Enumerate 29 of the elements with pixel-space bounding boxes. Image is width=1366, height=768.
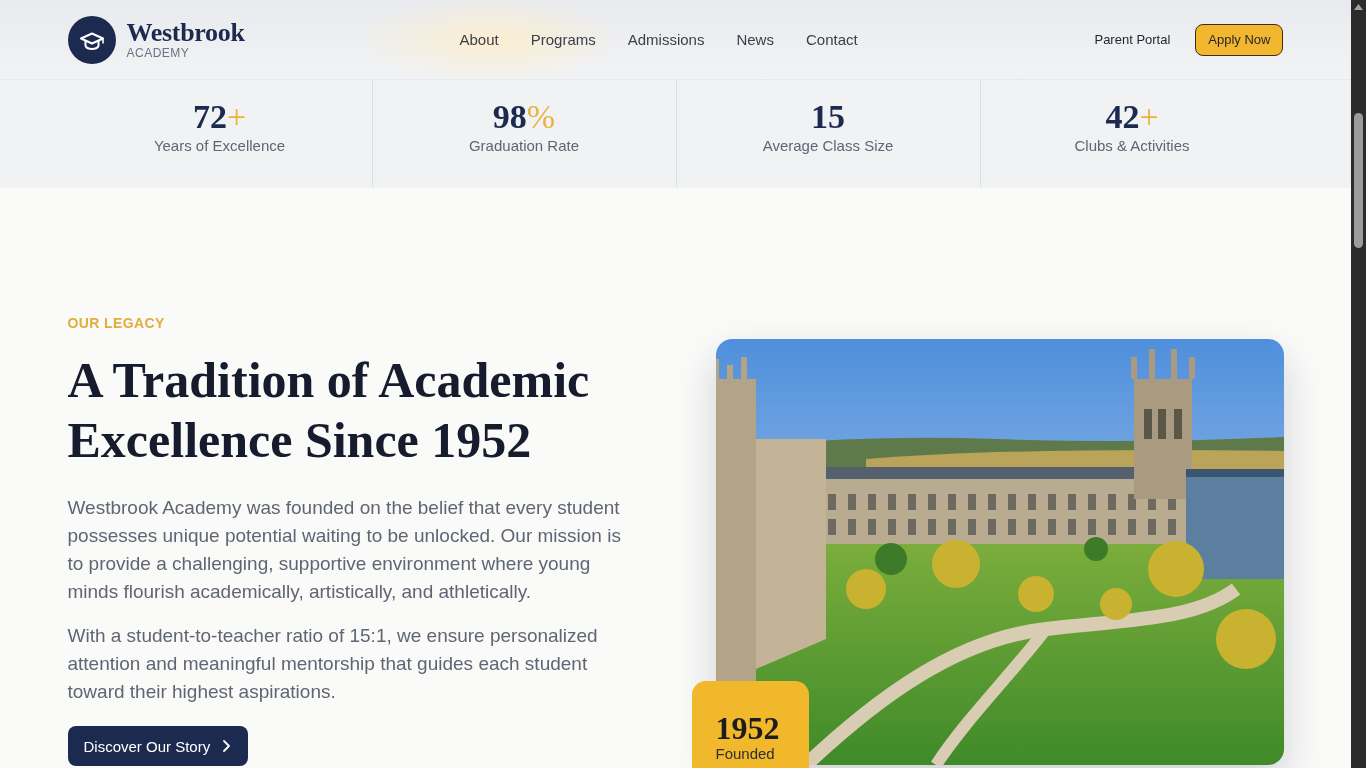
nav-link[interactable]: Programs — [530, 31, 596, 48]
stat-label: Years of Excellence — [153, 137, 286, 155]
stat-label: Graduation Rate — [468, 137, 580, 155]
discover-button[interactable]: Discover Our Story — [67, 726, 249, 766]
apply-button[interactable]: Apply Now — [1195, 23, 1284, 56]
stat-number: 98% — [492, 99, 556, 135]
stat-number: 72+ — [192, 99, 247, 135]
scroll-up-icon[interactable] — [1354, 4, 1363, 10]
graduation-cap-icon — [67, 15, 116, 64]
stat-label: Clubs & Activities — [1074, 137, 1190, 155]
brand-tagline: ACADEMY — [126, 45, 191, 60]
chevron-right-icon — [220, 739, 233, 753]
section-heading: A Tradition of Academic Excellence Since 1952 — [67, 351, 591, 470]
scrollbar[interactable] — [1351, 0, 1366, 768]
scrollbar-thumb[interactable] — [1354, 113, 1363, 248]
stat-number: 42+ — [1105, 99, 1159, 135]
badge-year: 1952 — [715, 711, 780, 745]
section-eyebrow: OUR LEGACY — [67, 314, 165, 332]
body-paragraph: With a student-to-teacher ratio of 15:1, we ensure personalized attention and meaningful mentorship that guides each student toward their highest aspirations. — [67, 624, 599, 704]
nav-link[interactable]: About — [459, 31, 499, 48]
badge-caption: Founded — [715, 745, 775, 763]
nav-link[interactable]: News — [736, 31, 774, 48]
parent-portal-link[interactable]: Parent Portal — [1094, 32, 1171, 47]
stat-number: 15 — [811, 99, 845, 135]
body-paragraph: Westbrook Academy was founded on the belief that every student possesses unique potential waiting to be unlocked. Our mission is to provide a challenging, supportive environment where young minds flourish academically, artistically, and athletically. — [67, 496, 622, 604]
brand-name: Westbrook — [126, 19, 245, 46]
nav-link[interactable]: Contact — [805, 31, 858, 48]
stat-label: Average Class Size — [762, 137, 894, 155]
nav-link[interactable]: Admissions — [627, 31, 705, 48]
